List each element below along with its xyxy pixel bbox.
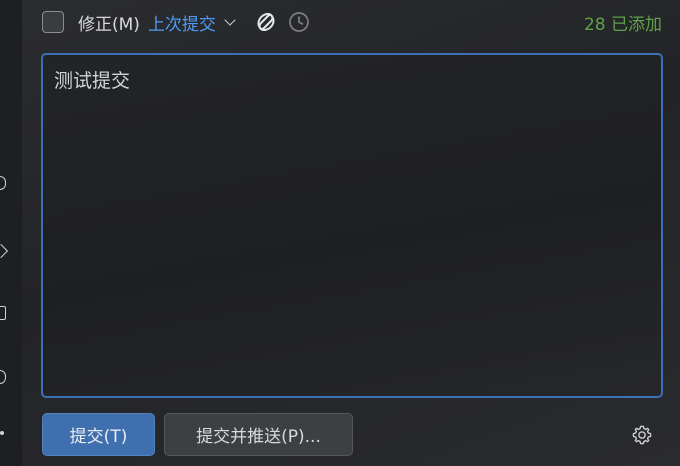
amend-checkbox[interactable] (42, 11, 64, 33)
commit-button[interactable]: 提交(T) (42, 413, 155, 456)
gutter-arrow-icon[interactable] (0, 176, 6, 190)
ai-assistant-icon[interactable] (254, 10, 278, 34)
gutter-document-icon[interactable] (0, 306, 6, 320)
commit-panel: 修正(M) 上次提交 28 已添加 测试提交 提交(T) 提交并推送(P)... (0, 0, 680, 466)
last-commit-dropdown[interactable]: 上次提交 (147, 10, 236, 35)
commit-message-input[interactable]: 测试提交 (43, 55, 661, 396)
last-commit-label: 上次提交 (147, 14, 216, 35)
left-gutter (0, 0, 22, 466)
commit-and-push-button[interactable]: 提交并推送(P)... (164, 413, 353, 456)
gutter-chevron-icon[interactable] (0, 243, 9, 259)
chevron-down-icon (224, 13, 236, 26)
commit-message-box: 测试提交 (41, 53, 663, 398)
gutter-circle-icon[interactable] (0, 370, 6, 384)
gear-icon[interactable] (631, 424, 653, 446)
commit-toolbar: 修正(M) 上次提交 28 已添加 (42, 8, 662, 36)
added-count-status: 28 已添加 (583, 14, 662, 35)
amend-label: 修正(M) (78, 14, 140, 35)
clock-history-icon[interactable] (288, 11, 310, 33)
gutter-dot-icon[interactable] (0, 431, 4, 435)
